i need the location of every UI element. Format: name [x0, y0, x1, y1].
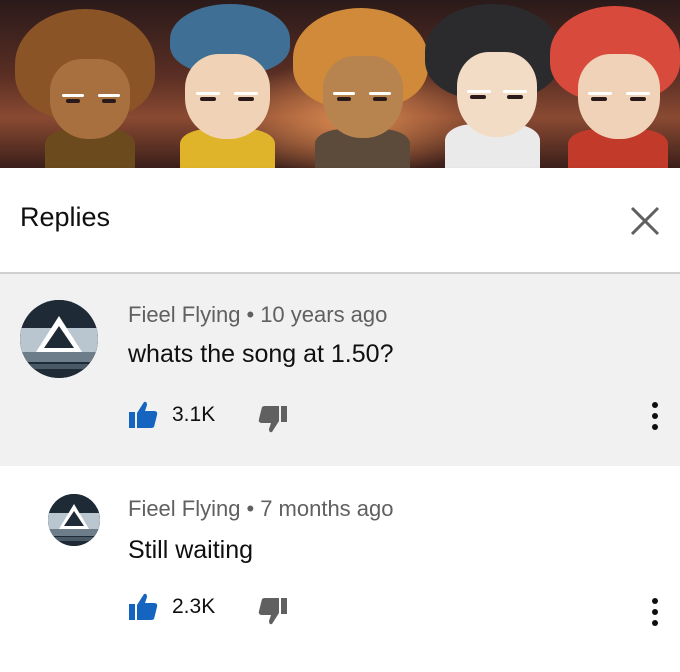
replies-header: Replies [0, 168, 680, 274]
separator-dot: • [246, 496, 255, 521]
more-vertical-icon[interactable] [648, 596, 662, 628]
avatar-image [48, 494, 100, 546]
avatar[interactable] [20, 300, 98, 378]
close-icon[interactable] [628, 204, 662, 238]
comment-text: Still waiting [128, 536, 254, 564]
author-line: Fieel Flying • 7 months ago [128, 496, 394, 522]
thumbs-up-icon[interactable] [128, 400, 158, 430]
separator-dot: • [246, 302, 255, 327]
character-blue-cap [150, 4, 300, 168]
replies-title: Replies [20, 202, 111, 232]
like-count: 3.1K [172, 403, 216, 426]
avatar[interactable] [48, 494, 100, 546]
more-vertical-icon[interactable] [648, 400, 662, 432]
author-line: Fieel Flying • 10 years ago [128, 302, 387, 328]
comment-item: Fieel Flying • 10 years ago whats the song… [0, 274, 680, 466]
avatar-image [20, 300, 98, 378]
thumbs-down-icon[interactable] [258, 404, 288, 434]
character-orange-hair [285, 4, 435, 168]
author-name[interactable]: Fieel Flying [128, 302, 240, 327]
character-red-hair [538, 4, 680, 168]
comment-time: 7 months ago [260, 496, 394, 521]
comment-time: 10 years ago [260, 302, 388, 327]
thumbs-up-icon[interactable] [128, 592, 158, 622]
video-thumbnail[interactable] [0, 0, 680, 168]
comment-item: Fieel Flying • 7 months ago Still waiting … [0, 466, 680, 672]
comment-text: whats the song at 1.50? [128, 340, 394, 368]
author-name[interactable]: Fieel Flying [128, 496, 240, 521]
like-count: 2.3K [172, 595, 216, 618]
thumbs-down-icon[interactable] [258, 596, 288, 626]
character-brown-hair [10, 4, 160, 168]
